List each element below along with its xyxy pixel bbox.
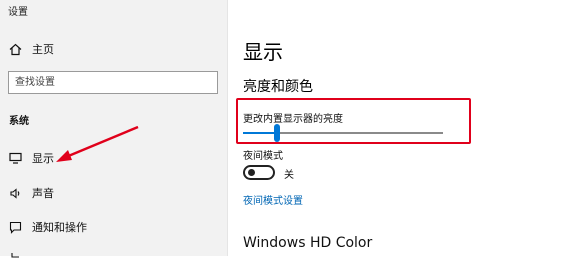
partial-icon — [8, 250, 22, 264]
sidebar-item-label: 通知和操作 — [32, 221, 87, 234]
search-input[interactable]: 查找设置 — [8, 71, 218, 94]
toggle-knob — [248, 169, 255, 176]
sidebar-item-label: 主页 — [32, 43, 54, 56]
sidebar-item-partial[interactable] — [8, 250, 32, 264]
brightness-highlight-box — [236, 98, 471, 144]
sidebar: 设置 主页 查找设置 系统 显示 声音 通知和操作 — [0, 0, 227, 258]
sidebar-item-home[interactable]: 主页 — [8, 41, 54, 57]
night-mode-label: 夜间模式 — [243, 151, 283, 162]
night-mode-toggle[interactable] — [243, 165, 275, 180]
sidebar-item-sound[interactable]: 声音 — [8, 185, 54, 201]
sidebar-item-display[interactable]: 显示 — [8, 150, 54, 166]
sidebar-divider — [227, 0, 228, 256]
notification-icon — [8, 220, 22, 234]
monitor-icon — [8, 151, 22, 165]
section-label: 系统 — [9, 116, 29, 127]
home-icon — [8, 42, 22, 56]
search-placeholder: 查找设置 — [15, 77, 55, 88]
night-mode-state: 关 — [284, 170, 294, 181]
sidebar-item-label: 显示 — [32, 152, 54, 165]
hd-color-title: Windows HD Color — [243, 235, 373, 251]
night-mode-settings-link[interactable]: 夜间模式设置 — [243, 192, 303, 207]
section-title: 亮度和颜色 — [243, 79, 313, 95]
sidebar-item-label: 声音 — [32, 187, 54, 200]
speaker-icon — [8, 186, 22, 200]
sidebar-item-notifications[interactable]: 通知和操作 — [8, 219, 87, 235]
page-title: 显示 — [243, 40, 283, 64]
window-title: 设置 — [8, 7, 28, 18]
